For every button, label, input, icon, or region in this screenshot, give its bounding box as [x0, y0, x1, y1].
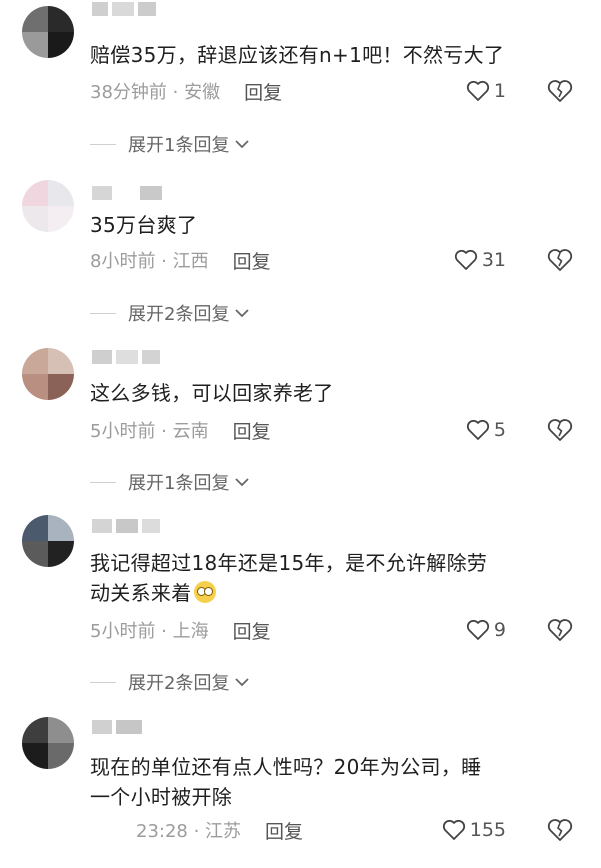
broken-heart-icon	[547, 819, 573, 841]
username-blurred[interactable]	[92, 186, 162, 200]
comment-time-location: 38分钟前 · 安徽	[90, 82, 221, 103]
comment-text: 35万台爽了	[90, 213, 198, 237]
username-blurred[interactable]	[92, 720, 142, 734]
expand-replies-label: 展开2条回复	[128, 673, 230, 694]
like-button[interactable]: 9	[466, 619, 506, 641]
dislike-button[interactable]	[547, 818, 573, 842]
broken-heart-icon	[547, 419, 573, 441]
comment-text: 这么多钱，可以回家养老了	[90, 381, 334, 405]
heart-icon	[454, 249, 477, 270]
like-count: 5	[493, 419, 506, 441]
broken-heart-icon	[547, 619, 573, 641]
like-button[interactable]: 5	[466, 419, 506, 441]
reply-button[interactable]: 回复	[233, 417, 271, 444]
comment-meta: 5小时前 · 云南 回复 5	[90, 416, 581, 444]
heart-icon	[466, 619, 489, 640]
expand-replies[interactable]: 展开1条回复	[90, 130, 251, 158]
like-button[interactable]: 1	[466, 80, 506, 102]
reply-button[interactable]: 回复	[244, 78, 282, 105]
comment-time-location: 23:28 · 江苏	[136, 821, 242, 842]
broken-heart-icon	[547, 249, 573, 271]
like-count: 31	[481, 249, 506, 271]
expand-replies[interactable]: 展开1条回复	[90, 468, 251, 496]
expand-replies-label: 展开1条回复	[128, 135, 230, 156]
username-blurred[interactable]	[92, 519, 160, 533]
username-blurred[interactable]	[92, 2, 156, 16]
username-blurred[interactable]	[92, 350, 160, 364]
expand-replies[interactable]: 展开2条回复	[90, 668, 251, 696]
chevron-down-icon	[233, 138, 251, 150]
comment-time-location: 5小时前 · 上海	[90, 621, 209, 642]
dislike-button[interactable]	[547, 418, 573, 442]
expand-replies-label: 展开1条回复	[128, 473, 230, 494]
avatar[interactable]	[22, 180, 74, 232]
chevron-down-icon	[233, 307, 251, 319]
comment-meta: 8小时前 · 江西 回复 31	[90, 246, 581, 274]
reply-button[interactable]: 回复	[233, 617, 271, 644]
heart-icon	[466, 419, 489, 440]
like-count: 9	[493, 619, 506, 641]
reply-button[interactable]: 回复	[233, 247, 271, 274]
comment-time-location: 5小时前 · 云南	[90, 421, 209, 442]
dislike-button[interactable]	[547, 618, 573, 642]
dislike-button[interactable]	[547, 79, 573, 103]
comment-meta: 5小时前 · 上海 回复 9	[90, 616, 581, 644]
expand-replies[interactable]: 展开2条回复	[90, 299, 251, 327]
comment-text-line: 一个小时被开除	[90, 785, 233, 809]
like-count: 1	[493, 80, 506, 102]
comment-text: 我记得超过18年还是15年，是不允许解除劳 动关系来着	[90, 548, 561, 608]
like-button[interactable]: 155	[442, 819, 506, 841]
comment-text: 赔偿35万，辞退应该还有n+1吧！不然亏大了	[90, 43, 505, 67]
comment-text: 现在的单位还有点人性吗？20年为公司，睡 一个小时被开除	[90, 752, 561, 812]
avatar[interactable]	[22, 348, 74, 400]
like-count: 155	[469, 819, 506, 841]
chevron-down-icon	[233, 476, 251, 488]
comment-text-line: 动关系来着	[90, 578, 561, 608]
comment-time-location: 8小时前 · 江西	[90, 251, 209, 272]
rolling-eyes-emoji-icon	[193, 581, 216, 603]
heart-icon	[442, 819, 465, 840]
avatar[interactable]	[22, 6, 74, 58]
dislike-button[interactable]	[547, 248, 573, 272]
comment-text-line: 现在的单位还有点人性吗？20年为公司，睡	[90, 755, 482, 779]
heart-icon	[466, 80, 489, 101]
expand-replies-label: 展开2条回复	[128, 304, 230, 325]
broken-heart-icon	[547, 80, 573, 102]
chevron-down-icon	[233, 676, 251, 688]
comment-text-line: 我记得超过18年还是15年，是不允许解除劳	[90, 551, 488, 575]
avatar[interactable]	[22, 717, 74, 769]
comment-meta: 23:28 · 江苏 回复 155	[90, 816, 581, 844]
comment-meta: 38分钟前 · 安徽 回复 1	[90, 77, 581, 105]
reply-button[interactable]: 回复	[265, 817, 303, 844]
like-button[interactable]: 31	[454, 249, 506, 271]
avatar[interactable]	[22, 515, 74, 567]
